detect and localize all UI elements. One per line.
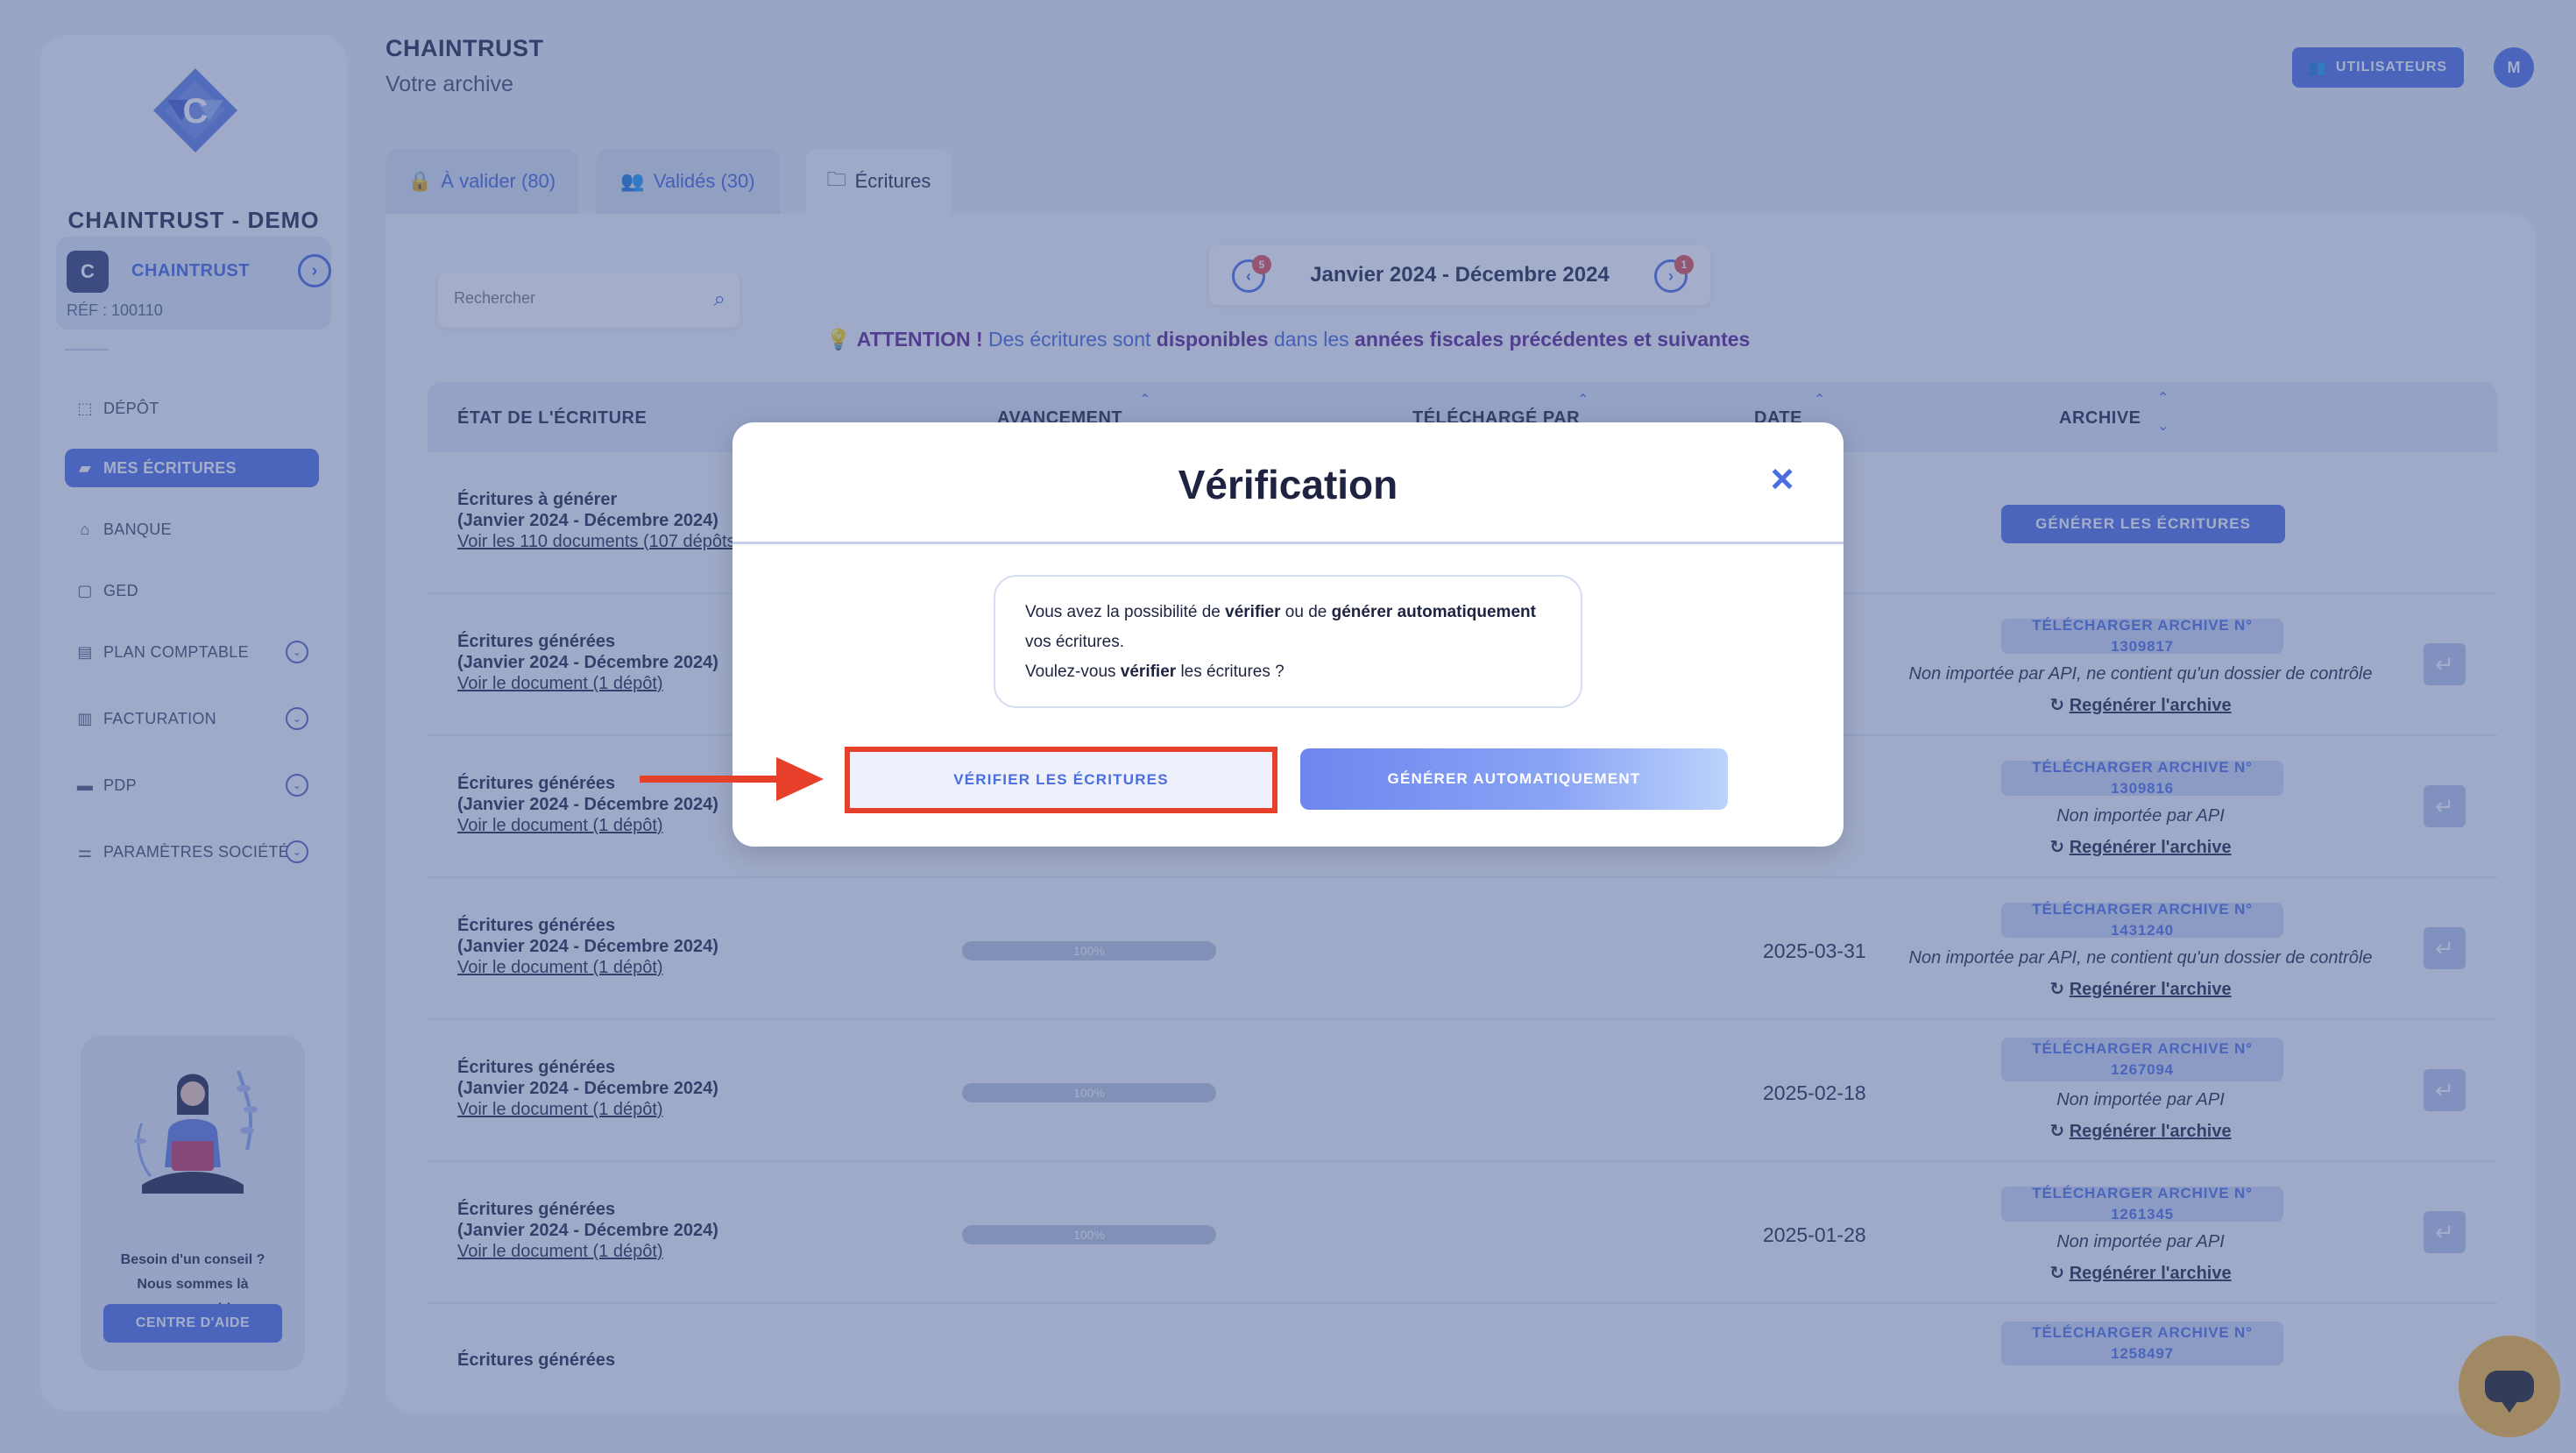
verify-entries-button[interactable]: VÉRIFIER LES ÉCRITURES xyxy=(845,747,1277,813)
modal-message-line-3: Voulez-vous vérifier les écritures ? xyxy=(1025,657,1551,687)
modal-message: Vous avez la possibilité de vérifier ou … xyxy=(994,575,1582,708)
msg-bold: vérifier xyxy=(1225,603,1281,621)
msg-text: les écritures ? xyxy=(1176,663,1284,681)
msg-text: Voulez-vous xyxy=(1025,663,1121,681)
modal-message-line-1: Vous avez la possibilité de vérifier ou … xyxy=(1025,598,1551,627)
close-icon[interactable]: × xyxy=(1765,458,1800,499)
verify-entries-label: VÉRIFIER LES ÉCRITURES xyxy=(953,771,1169,788)
verification-modal: Vérification × Vous avez la possibilité … xyxy=(732,422,1844,847)
annotation-arrow-icon xyxy=(640,757,824,801)
msg-text: ou de xyxy=(1280,603,1332,621)
msg-bold: générer automatiquement xyxy=(1331,603,1536,621)
modal-title: Vérification xyxy=(1178,462,1398,507)
msg-bold: vérifier xyxy=(1120,663,1177,681)
modal-divider xyxy=(732,542,1844,544)
msg-text: Vous avez la possibilité de xyxy=(1025,603,1226,621)
generate-automatically-button[interactable]: GÉNÉRER AUTOMATIQUEMENT xyxy=(1300,748,1728,810)
modal-message-line-2: vos écritures. xyxy=(1025,633,1124,651)
